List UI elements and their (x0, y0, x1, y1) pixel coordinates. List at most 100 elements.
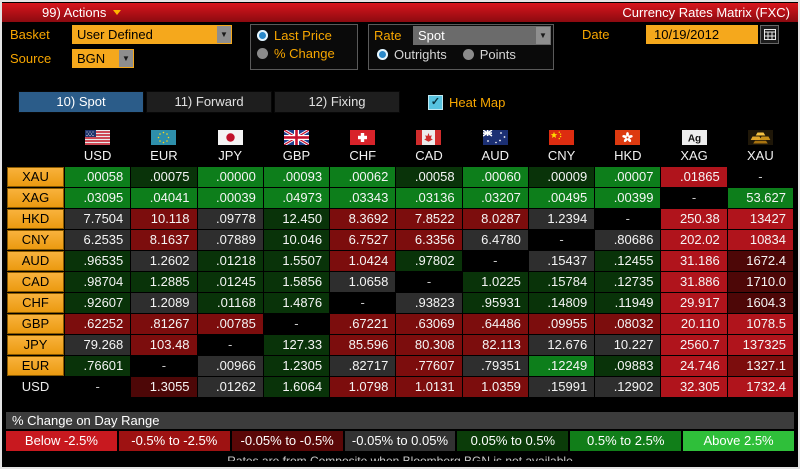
cell-eur-xag[interactable]: 24.746 (661, 356, 727, 376)
row-label-xau[interactable]: XAU (7, 167, 64, 187)
dropdown-arrow-icon[interactable]: ▼ (119, 50, 133, 67)
cell-usd-eur[interactable]: 1.3055 (131, 377, 197, 397)
cell-cad-xau[interactable]: 1710.0 (727, 272, 793, 292)
cell-cny-hkd[interactable]: .80686 (595, 230, 661, 250)
cell-xag-xau[interactable]: 53.627 (727, 188, 793, 208)
cell-chf-chf[interactable]: - (330, 293, 396, 313)
cell-jpy-cny[interactable]: 12.676 (528, 335, 595, 355)
cell-cad-chf[interactable]: 1.0658 (330, 272, 396, 292)
cell-eur-hkd[interactable]: .09883 (595, 356, 661, 376)
cell-eur-jpy[interactable]: .00966 (197, 356, 263, 376)
cell-gbp-jpy[interactable]: .00785 (197, 314, 263, 334)
cell-cad-cny[interactable]: .15784 (528, 272, 595, 292)
cell-cny-cad[interactable]: 6.3356 (396, 230, 462, 250)
cell-hkd-xau[interactable]: 13427 (727, 209, 793, 229)
cell-cad-aud[interactable]: 1.0225 (462, 272, 528, 292)
row-label-aud[interactable]: AUD (7, 251, 64, 271)
cell-jpy-xag[interactable]: 2560.7 (661, 335, 727, 355)
cell-eur-usd[interactable]: .76601 (65, 356, 131, 376)
row-label-eur[interactable]: EUR (7, 356, 64, 376)
cell-aud-jpy[interactable]: .01218 (197, 251, 263, 271)
cell-aud-hkd[interactable]: .12455 (595, 251, 661, 271)
radio-outrights[interactable] (377, 49, 388, 60)
source-dropdown[interactable]: BGN ▼ (72, 49, 134, 68)
cell-eur-aud[interactable]: .79351 (462, 356, 528, 376)
cell-xag-gbp[interactable]: .04973 (263, 188, 330, 208)
cell-cad-jpy[interactable]: .01245 (197, 272, 263, 292)
cell-aud-cad[interactable]: .97802 (396, 251, 462, 271)
cell-hkd-hkd[interactable]: - (595, 209, 661, 229)
cell-gbp-xau[interactable]: 1078.5 (727, 314, 793, 334)
cell-xau-xag[interactable]: .01865 (661, 167, 727, 187)
cell-aud-aud[interactable]: - (462, 251, 528, 271)
cell-cad-hkd[interactable]: .12735 (595, 272, 661, 292)
cell-jpy-xau[interactable]: 137325 (727, 335, 793, 355)
cell-gbp-usd[interactable]: .62252 (65, 314, 131, 334)
row-label-gbp[interactable]: GBP (7, 314, 64, 334)
cell-usd-xau[interactable]: 1732.4 (727, 377, 793, 397)
cell-gbp-hkd[interactable]: .08032 (595, 314, 661, 334)
radio-points[interactable] (462, 49, 474, 60)
cell-hkd-chf[interactable]: 8.3692 (330, 209, 396, 229)
cell-chf-gbp[interactable]: 1.4876 (263, 293, 330, 313)
cell-hkd-gbp[interactable]: 12.450 (263, 209, 330, 229)
cell-cad-cad[interactable]: - (396, 272, 462, 292)
cell-gbp-xag[interactable]: 20.110 (661, 314, 727, 334)
cell-cad-eur[interactable]: 1.2885 (131, 272, 197, 292)
cell-hkd-cad[interactable]: 7.8522 (396, 209, 462, 229)
cell-xau-usd[interactable]: .00058 (65, 167, 131, 187)
cell-cny-gbp[interactable]: 10.046 (263, 230, 330, 250)
radio--change[interactable] (257, 48, 268, 59)
cell-aud-eur[interactable]: 1.2602 (131, 251, 197, 271)
cell-chf-xag[interactable]: 29.917 (661, 293, 727, 313)
cell-aud-xau[interactable]: 1672.4 (727, 251, 793, 271)
cell-cny-aud[interactable]: 6.4780 (462, 230, 528, 250)
cell-chf-cad[interactable]: .93823 (396, 293, 462, 313)
actions-menu[interactable]: 99) Actions (42, 5, 122, 20)
row-label-hkd[interactable]: HKD (7, 209, 64, 229)
cell-cny-chf[interactable]: 6.7527 (330, 230, 396, 250)
cell-xau-aud[interactable]: .00060 (462, 167, 528, 187)
cell-xag-hkd[interactable]: .00399 (595, 188, 661, 208)
cell-jpy-gbp[interactable]: 127.33 (263, 335, 330, 355)
cell-hkd-cny[interactable]: 1.2394 (528, 209, 595, 229)
tab-12-fixing[interactable]: 12) Fixing (274, 91, 400, 113)
cell-usd-cny[interactable]: .15991 (528, 377, 595, 397)
cell-xau-eur[interactable]: .00075 (131, 167, 197, 187)
cell-gbp-chf[interactable]: .67221 (330, 314, 396, 334)
cell-chf-eur[interactable]: 1.2089 (131, 293, 197, 313)
cell-xag-cad[interactable]: .03136 (396, 188, 462, 208)
cell-aud-chf[interactable]: 1.0424 (330, 251, 396, 271)
cell-xau-cad[interactable]: .00058 (396, 167, 462, 187)
tab-11-forward[interactable]: 11) Forward (146, 91, 272, 113)
cell-xau-hkd[interactable]: .00007 (595, 167, 661, 187)
cell-gbp-cny[interactable]: .09955 (528, 314, 595, 334)
tab-10-spot[interactable]: 10) Spot (18, 91, 144, 113)
cell-gbp-eur[interactable]: .81267 (131, 314, 197, 334)
cell-hkd-xag[interactable]: 250.38 (661, 209, 727, 229)
cell-eur-gbp[interactable]: 1.2305 (263, 356, 330, 376)
cell-hkd-eur[interactable]: 10.118 (131, 209, 197, 229)
cell-usd-cad[interactable]: 1.0131 (396, 377, 462, 397)
cell-xau-cny[interactable]: .00009 (528, 167, 595, 187)
cell-cad-usd[interactable]: .98704 (65, 272, 131, 292)
cell-chf-hkd[interactable]: .11949 (595, 293, 661, 313)
calendar-button[interactable] (760, 25, 779, 44)
cell-xau-jpy[interactable]: .00000 (197, 167, 263, 187)
cell-aud-xag[interactable]: 31.186 (661, 251, 727, 271)
cell-eur-chf[interactable]: .82717 (330, 356, 396, 376)
cell-eur-xau[interactable]: 1327.1 (727, 356, 793, 376)
cell-jpy-hkd[interactable]: 10.227 (595, 335, 661, 355)
cell-usd-usd[interactable]: - (65, 377, 131, 397)
cell-usd-gbp[interactable]: 1.6064 (263, 377, 330, 397)
cell-usd-chf[interactable]: 1.0798 (330, 377, 396, 397)
cell-usd-jpy[interactable]: .01262 (197, 377, 263, 397)
cell-jpy-jpy[interactable]: - (197, 335, 263, 355)
cell-aud-gbp[interactable]: 1.5507 (263, 251, 330, 271)
cell-xau-gbp[interactable]: .00093 (263, 167, 330, 187)
radio-last-price[interactable] (257, 30, 268, 41)
cell-xag-chf[interactable]: .03343 (330, 188, 396, 208)
dropdown-arrow-icon[interactable]: ▼ (217, 26, 231, 43)
cell-jpy-usd[interactable]: 79.268 (65, 335, 131, 355)
cell-cny-usd[interactable]: 6.2535 (65, 230, 131, 250)
